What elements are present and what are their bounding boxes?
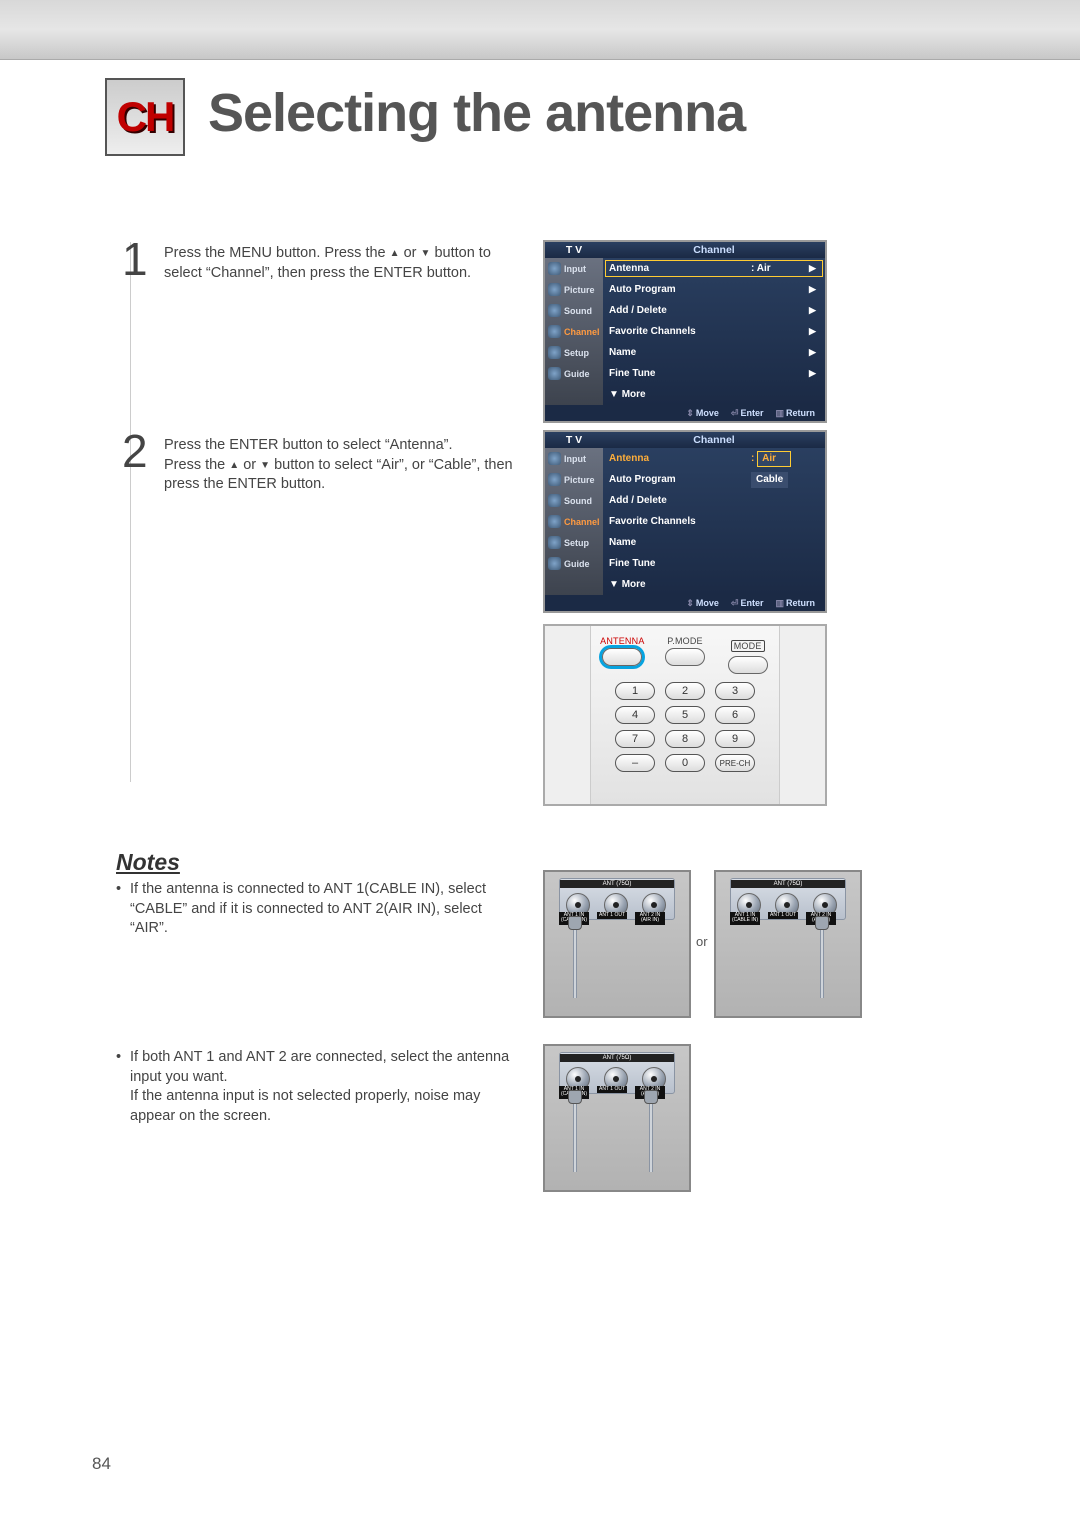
remote-antenna-label: ANTENNA bbox=[597, 636, 647, 646]
top-gradient-bar bbox=[0, 0, 1080, 60]
remote-antenna-button bbox=[602, 648, 642, 666]
osd-foot-return: Return bbox=[786, 408, 815, 418]
antenna-diagram-both: ANT (75Ω) ANT 1 IN (CABLE IN) ANT 1 OUT … bbox=[543, 1044, 691, 1192]
remote-key-2: 2 bbox=[665, 682, 705, 700]
note-2-text: If both ANT 1 and ANT 2 are connected, s… bbox=[116, 1048, 516, 1126]
up-triangle-icon: ▲ bbox=[229, 459, 239, 473]
osd-foot-move: Move bbox=[696, 408, 719, 418]
page-number: 84 bbox=[92, 1454, 111, 1474]
osd-side-input: Input bbox=[564, 264, 586, 274]
remote-key-8: 8 bbox=[665, 730, 705, 748]
remote-key-3: 3 bbox=[715, 682, 755, 700]
remote-key-1: 1 bbox=[615, 682, 655, 700]
remote-mode-button bbox=[728, 656, 768, 674]
osd-tv-label: T V bbox=[545, 244, 603, 256]
osd-side-channel: Channel bbox=[564, 327, 600, 337]
notes-heading: Notes bbox=[116, 849, 180, 876]
note-2: • If both ANT 1 and ANT 2 are connected,… bbox=[116, 1048, 516, 1126]
or-label: or bbox=[696, 934, 708, 949]
osd-main-list: Antenna: Air▶ Auto Program▶ Add / Delete… bbox=[603, 258, 825, 405]
osd-channel-label: Channel bbox=[603, 244, 825, 256]
osd-side-picture: Picture bbox=[564, 285, 595, 295]
remote-key-dash: – bbox=[615, 754, 655, 772]
note-1: • If the antenna is connected to ANT 1(C… bbox=[116, 880, 516, 939]
remote-pmode-button bbox=[665, 648, 705, 666]
remote-pmode-label: P.MODE bbox=[660, 636, 710, 646]
remote-key-9: 9 bbox=[715, 730, 755, 748]
antenna-diagram-air-in: ANT (75Ω) ANT 1 IN (CABLE IN) ANT 1 OUT … bbox=[714, 870, 862, 1018]
osd-option-cable: Cable bbox=[751, 472, 788, 488]
osd-side-guide: Guide bbox=[564, 369, 590, 379]
remote-key-prech: PRE-CH bbox=[715, 754, 755, 772]
page-title: Selecting the antenna bbox=[208, 82, 745, 144]
osd-sidebar: Input Picture Sound Channel Setup Guide bbox=[545, 448, 603, 595]
osd-side-sound: Sound bbox=[564, 306, 592, 316]
osd-menu-2: T V Channel Input Picture Sound Channel … bbox=[543, 430, 827, 613]
step-2-number: 2 bbox=[122, 420, 148, 482]
remote-key-0: 0 bbox=[665, 754, 705, 772]
ch-badge-text: CH bbox=[117, 93, 174, 141]
down-triangle-icon: ▼ bbox=[421, 247, 431, 261]
remote-illustration: ANTENNA P.MODE MODE 1 2 3 4 5 6 7 8 9 – … bbox=[543, 624, 827, 806]
step-1-text: Press the MENU button. Press the ▲ or ▼ … bbox=[130, 244, 530, 283]
osd-side-setup: Setup bbox=[564, 348, 589, 358]
left-rule bbox=[130, 242, 131, 782]
remote-keypad: 1 2 3 4 5 6 7 8 9 – 0 PRE-CH bbox=[591, 682, 779, 772]
osd-foot-enter: Enter bbox=[740, 408, 763, 418]
osd-sidebar: Input Picture Sound Channel Setup Guide bbox=[545, 258, 603, 405]
ch-badge: CH bbox=[105, 78, 185, 156]
remote-key-5: 5 bbox=[665, 706, 705, 724]
osd-menu-1: T V Channel Input Picture Sound Channel … bbox=[543, 240, 827, 423]
antenna-diagram-cable-in: ANT (75Ω) ANT 1 IN (CABLE IN) ANT 1 OUT … bbox=[543, 870, 691, 1018]
step-1-number: 1 bbox=[122, 228, 148, 290]
up-triangle-icon: ▲ bbox=[390, 247, 400, 261]
remote-key-7: 7 bbox=[615, 730, 655, 748]
step-2: 2 Press the ENTER button to select “Ante… bbox=[130, 436, 530, 495]
step-2-text: Press the ENTER button to select “Antenn… bbox=[130, 436, 530, 495]
remote-mode-label: MODE bbox=[731, 640, 765, 652]
down-triangle-icon: ▼ bbox=[260, 459, 270, 473]
remote-key-6: 6 bbox=[715, 706, 755, 724]
remote-key-4: 4 bbox=[615, 706, 655, 724]
note-1-text: If the antenna is connected to ANT 1(CAB… bbox=[116, 880, 516, 939]
step-1: 1 Press the MENU button. Press the ▲ or … bbox=[130, 244, 530, 283]
osd-option-air: Air bbox=[757, 451, 791, 467]
